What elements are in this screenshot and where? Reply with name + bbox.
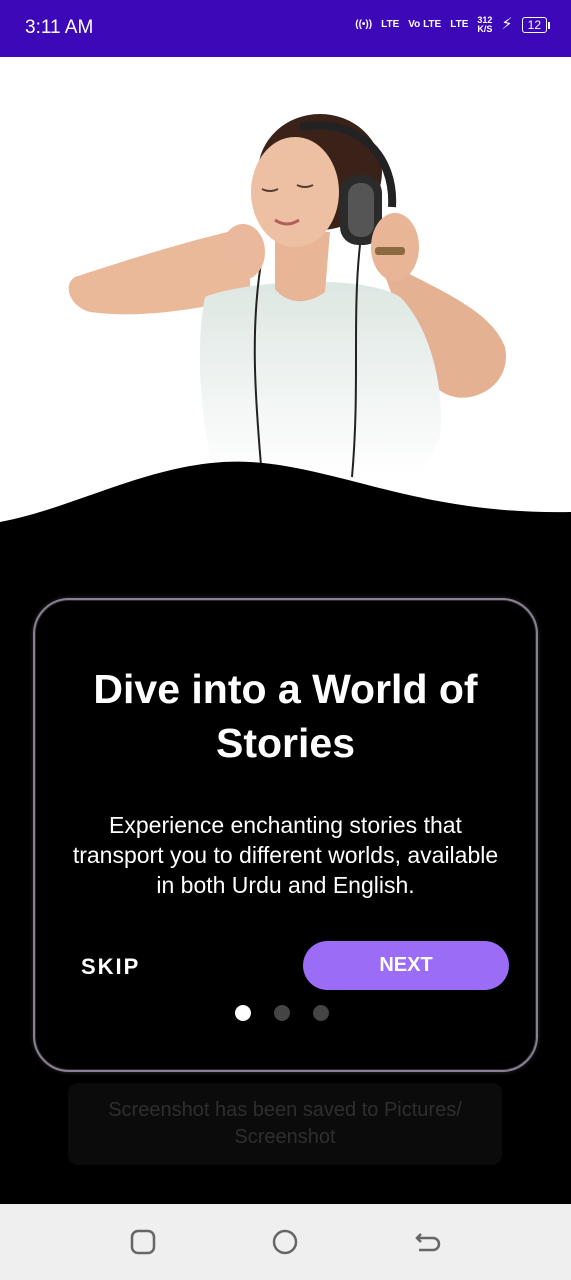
recent-apps-icon[interactable] bbox=[129, 1228, 157, 1256]
home-icon[interactable] bbox=[271, 1228, 299, 1256]
woman-headphones-image bbox=[0, 114, 571, 540]
hero-illustration bbox=[0, 57, 571, 540]
hotspot-icon: ((•)) bbox=[355, 19, 373, 30]
page-dot-1[interactable] bbox=[235, 1005, 251, 1021]
skip-button[interactable]: SKIP bbox=[81, 954, 140, 980]
system-nav-bar bbox=[0, 1204, 571, 1280]
page-dot-2[interactable] bbox=[274, 1005, 290, 1021]
charging-icon: ⚡ bbox=[501, 16, 513, 33]
net-speed-unit: K/S bbox=[477, 24, 493, 34]
page-indicator bbox=[235, 1005, 329, 1021]
onboarding-card: Dive into a World of Stories Experience … bbox=[33, 598, 538, 1072]
net-speed: 312 K/S bbox=[477, 16, 492, 34]
status-bar: 3:11 AM ((•)) LTE Vo LTE LTE 312 K/S ⚡ 1… bbox=[0, 0, 571, 57]
next-button[interactable]: NEXT bbox=[303, 941, 509, 990]
signal-lte-icon: LTE bbox=[381, 19, 400, 30]
signal-volte-icon: Vo LTE bbox=[408, 19, 442, 30]
page-dot-3[interactable] bbox=[313, 1005, 329, 1021]
screenshot-toast: Screenshot has been saved to Pictures/ S… bbox=[68, 1083, 502, 1165]
battery-icon: 12 bbox=[521, 17, 551, 33]
back-icon[interactable] bbox=[413, 1228, 441, 1256]
onboarding-title: Dive into a World of Stories bbox=[93, 666, 478, 766]
signal-lte-2-icon: LTE bbox=[450, 19, 469, 30]
onboarding-description: Experience enchanting stories that trans… bbox=[72, 812, 499, 898]
status-time: 3:11 AM bbox=[25, 17, 94, 38]
status-icons: ((•)) LTE Vo LTE LTE 312 K/S ⚡ 12 bbox=[355, 16, 551, 34]
